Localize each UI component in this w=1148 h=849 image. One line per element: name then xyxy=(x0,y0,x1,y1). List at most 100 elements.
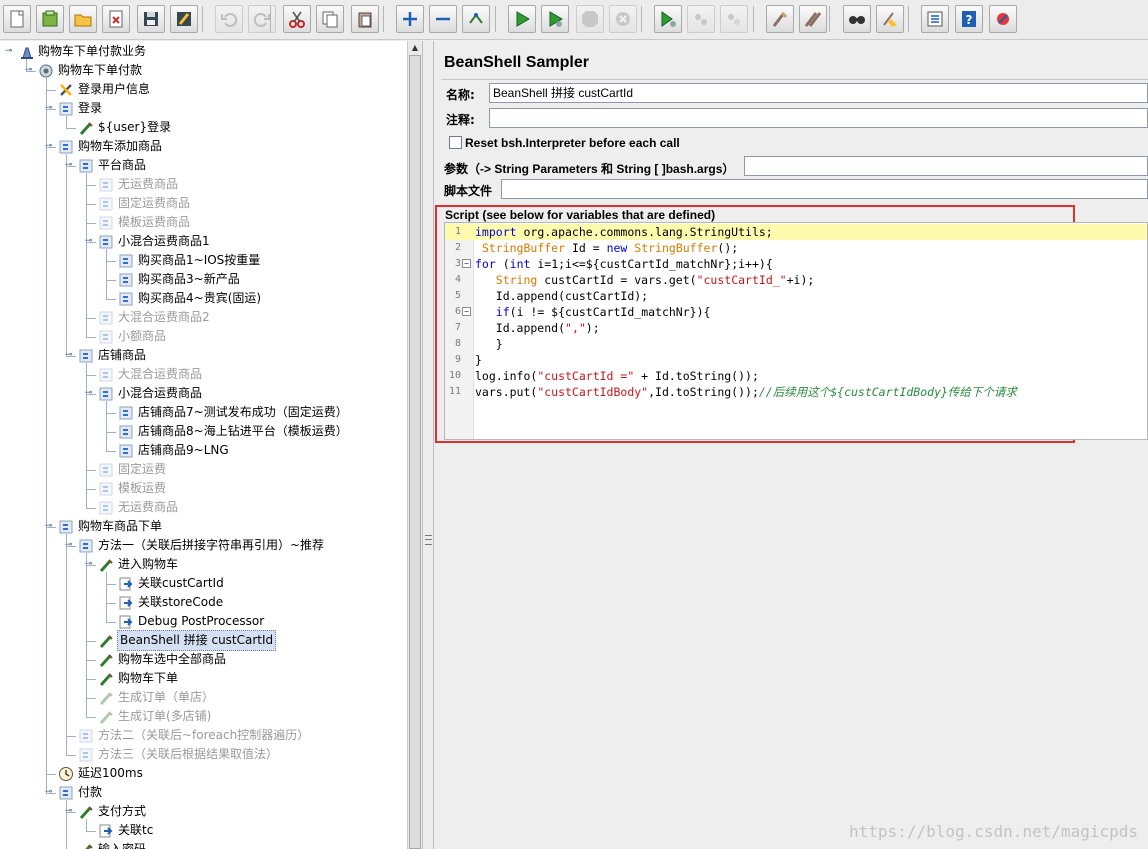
tree-node[interactable]: 关联tc xyxy=(98,821,154,840)
tree-node[interactable]: 输入密码 xyxy=(78,840,147,849)
test-plan-tree[interactable]: 购物车下单付款业务 ⊸ 购物车下单付款 ⊸ 登录用户信息 登录 ⊸ ${user}登录 购物车添… xyxy=(0,41,407,849)
code-line[interactable]: 4 String custCartId = vars.get("custCart… xyxy=(445,272,1147,288)
paste-button[interactable] xyxy=(351,5,379,33)
expand-handle-icon[interactable]: ⊸ xyxy=(84,389,93,398)
stop-button[interactable] xyxy=(576,5,604,33)
tree-node[interactable]: 延迟100ms xyxy=(58,764,144,783)
code-line[interactable]: 1 import org.apache.commons.lang.StringUt… xyxy=(445,224,1147,240)
tree-node[interactable]: 登录 xyxy=(58,99,103,118)
tree-node[interactable]: 方法三（关联后根据结果取值法） xyxy=(78,745,279,764)
tree-node[interactable]: 方法二（关联后~foreach控制器遍历） xyxy=(78,726,310,745)
tree-node[interactable]: 生成订单（单店） xyxy=(98,688,215,707)
comment-field[interactable] xyxy=(489,108,1148,128)
cut-button[interactable] xyxy=(283,5,311,33)
tree-node[interactable]: 付款 xyxy=(58,783,103,802)
tree-node[interactable]: 固定运费 xyxy=(98,460,167,479)
templates-button[interactable] xyxy=(36,5,64,33)
tree-node[interactable]: ${user}登录 xyxy=(78,118,172,137)
search-button[interactable] xyxy=(843,5,871,33)
code-line[interactable]: 10 log.info("custCartId =" + Id.toString(… xyxy=(445,368,1147,384)
open-button[interactable] xyxy=(69,5,97,33)
reset-search-button[interactable] xyxy=(876,5,904,33)
code-line[interactable]: 3− for (int i=1;i<=${custCartId_matchNr};… xyxy=(445,256,1147,272)
tree-scrollbar[interactable]: ▲ xyxy=(407,41,422,849)
shutdown-button[interactable] xyxy=(609,5,637,33)
start-button[interactable] xyxy=(508,5,536,33)
expand-handle-icon[interactable]: ⊸ xyxy=(24,66,33,75)
tree-node[interactable]: 购物车商品下单 xyxy=(58,517,163,536)
expand-handle-icon[interactable]: ⊸ xyxy=(64,351,73,360)
tree-node[interactable]: 购物车选中全部商品 xyxy=(98,650,227,669)
redo-button[interactable] xyxy=(248,5,276,33)
pane-splitter[interactable] xyxy=(422,41,434,849)
tree-node[interactable]: 模板运费 xyxy=(98,479,167,498)
tree-node[interactable]: 店铺商品7~测试发布成功（固定运费） xyxy=(118,403,349,422)
script-editor[interactable]: 1 import org.apache.commons.lang.StringUt… xyxy=(444,222,1148,440)
remote-start-button[interactable] xyxy=(654,5,682,33)
start-no-pauses-button[interactable] xyxy=(541,5,569,33)
tree-node[interactable]: 方法一（关联后拼接字符串再引用）~推荐 xyxy=(78,536,325,555)
script-file-field[interactable] xyxy=(501,179,1148,199)
tree-node[interactable]: BeanShell 拼接 custCartId xyxy=(98,630,277,651)
copy-button[interactable] xyxy=(316,5,344,33)
tree-node[interactable]: 关联custCartId xyxy=(118,574,225,593)
tree-node[interactable]: 模板运费商品 xyxy=(98,213,191,232)
code-line[interactable]: 9} xyxy=(445,352,1147,368)
function-helper-button[interactable] xyxy=(921,5,949,33)
remote-stop-button[interactable] xyxy=(687,5,715,33)
fold-toggle-icon[interactable]: − xyxy=(462,307,471,316)
expand-handle-icon[interactable]: ⊸ xyxy=(64,541,73,550)
tree-node[interactable]: 小额商品 xyxy=(98,327,167,346)
help-button[interactable]: ? xyxy=(955,5,983,33)
tree-node[interactable]: 进入购物车 xyxy=(98,555,179,574)
tree-node[interactable]: 小混合运费商品 xyxy=(98,384,203,403)
tree-node[interactable]: 店铺商品9~LNG xyxy=(118,441,230,460)
tree-node[interactable]: 购物车下单付款 xyxy=(38,61,143,80)
code-line[interactable]: 7 Id.append(","); xyxy=(445,320,1147,336)
expand-handle-icon[interactable]: ⊸ xyxy=(64,807,73,816)
save-button[interactable] xyxy=(137,5,165,33)
expand-handle-icon[interactable]: ⊸ xyxy=(44,788,53,797)
tree-node[interactable]: 关联storeCode xyxy=(118,593,224,612)
clear-button[interactable] xyxy=(766,5,794,33)
undo-button[interactable] xyxy=(215,5,243,33)
tree-node[interactable]: 固定运费商品 xyxy=(98,194,191,213)
code-line[interactable]: 8 } xyxy=(445,336,1147,352)
tree-node[interactable]: 购买商品1~IOS按重量 xyxy=(118,251,261,270)
expand-handle-icon[interactable]: ⊸ xyxy=(44,104,53,113)
fold-toggle-icon[interactable]: − xyxy=(462,259,471,268)
tree-node[interactable]: 店铺商品8~海上钻进平台（模板运费） xyxy=(118,422,349,441)
tree-node[interactable]: 购物车下单 xyxy=(98,669,179,688)
expand-handle-icon[interactable]: ⊸ xyxy=(84,560,93,569)
code-line[interactable]: 5 Id.append(custCartId); xyxy=(445,288,1147,304)
reset-interpreter-checkbox[interactable] xyxy=(449,136,462,149)
expand-handle-icon[interactable]: ⊸ xyxy=(64,161,73,170)
parameters-field[interactable] xyxy=(744,156,1148,176)
tree-node[interactable]: 平台商品 xyxy=(78,156,147,175)
tree-node[interactable]: 店铺商品 xyxy=(78,346,147,365)
scroll-up-arrow-icon[interactable]: ▲ xyxy=(409,42,421,54)
name-field[interactable]: BeanShell 拼接 custCartId xyxy=(489,83,1148,103)
close-button[interactable] xyxy=(102,5,130,33)
expand-handle-icon[interactable]: ⊸ xyxy=(44,522,53,531)
remote-shutdown-button[interactable] xyxy=(720,5,748,33)
tree-node[interactable]: 购物车添加商品 xyxy=(58,137,163,156)
expand-handle-icon[interactable]: ⊸ xyxy=(84,237,93,246)
save-screenshot-button[interactable] xyxy=(170,5,198,33)
code-line[interactable]: 2 StringBuffer Id = new StringBuffer(); xyxy=(445,240,1147,256)
collapse-button[interactable] xyxy=(429,5,457,33)
expand-handle-icon[interactable]: ⊸ xyxy=(44,142,53,151)
tree-node[interactable]: 无运费商品 xyxy=(98,175,179,194)
tree-node[interactable]: 大混合运费商品 xyxy=(98,365,203,384)
tree-node[interactable]: 大混合运费商品2 xyxy=(98,308,211,327)
code-line[interactable]: 11 vars.put("custCartIdBody",Id.toString(… xyxy=(445,384,1147,400)
toggle-button[interactable] xyxy=(462,5,490,33)
tree-node[interactable]: 小混合运费商品1 xyxy=(98,232,211,251)
tree-node[interactable]: 登录用户信息 xyxy=(58,80,151,99)
options-button[interactable] xyxy=(989,5,1017,33)
tree-node[interactable]: 购物车下单付款业务 xyxy=(18,42,147,61)
tree-node[interactable]: 支付方式 xyxy=(78,802,147,821)
new-button[interactable] xyxy=(3,5,31,33)
expand-handle-icon[interactable]: ⊸ xyxy=(4,47,13,56)
tree-node[interactable]: 生成订单(多店铺) xyxy=(98,707,212,726)
